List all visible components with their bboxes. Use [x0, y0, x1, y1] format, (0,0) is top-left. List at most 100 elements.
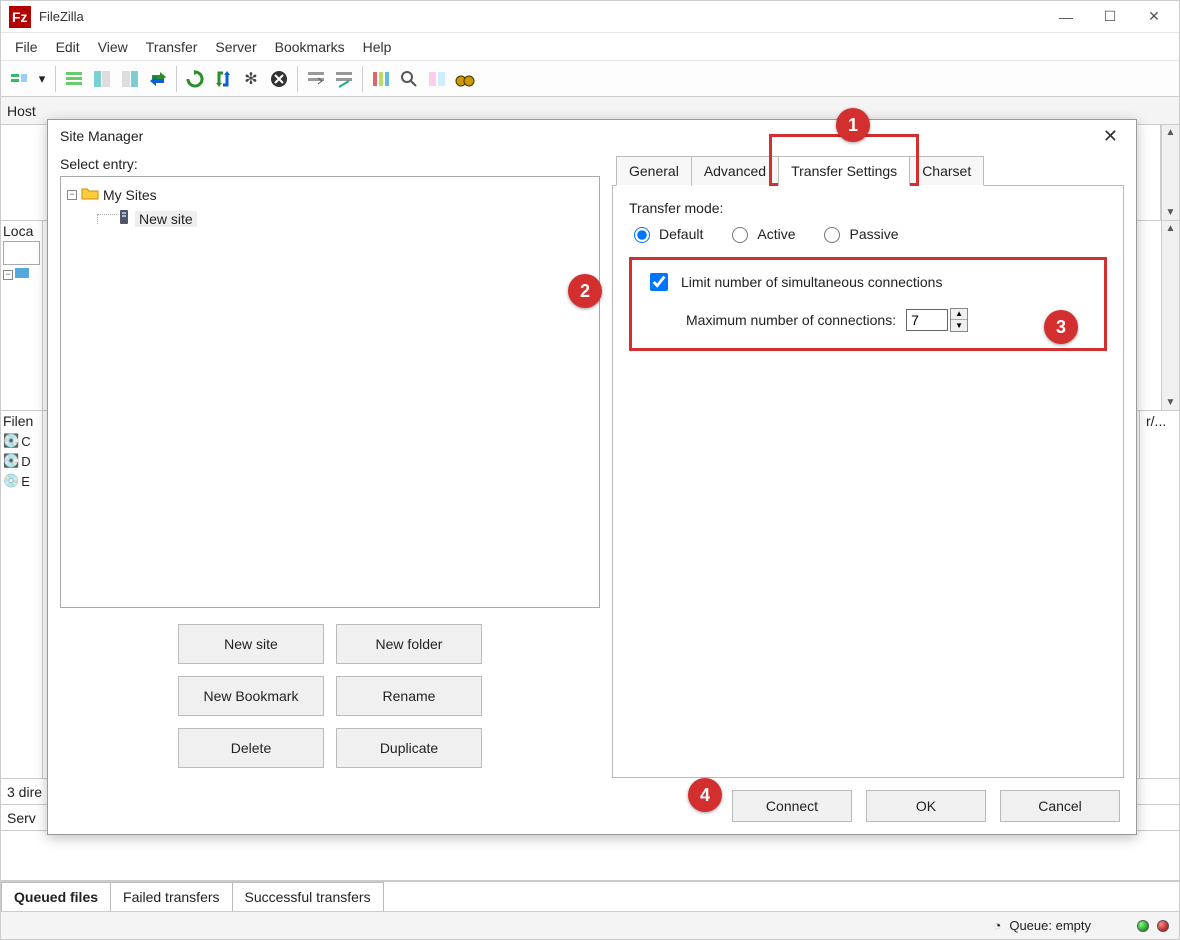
dialog-footer: 4 Connect OK Cancel	[48, 778, 1136, 834]
toolbar-separator	[176, 66, 177, 92]
radio-active[interactable]: Active	[727, 224, 795, 243]
tab-charset[interactable]: Charset	[909, 156, 984, 186]
drive-icon: 💽	[3, 433, 19, 449]
callout-badge-3: 3	[1044, 310, 1078, 344]
menu-edit[interactable]: Edit	[48, 33, 88, 61]
sync-browsing-icon[interactable]	[145, 66, 171, 92]
app-window: Fz FileZilla — ☐ ✕ File Edit View Transf…	[0, 0, 1180, 940]
queue-gauge-icon: ◔	[993, 918, 1001, 933]
scrollbar[interactable]: ▲▼	[1161, 125, 1179, 220]
new-site-button[interactable]: New site	[178, 624, 324, 664]
menu-bookmarks[interactable]: Bookmarks	[267, 33, 353, 61]
menu-file[interactable]: File	[7, 33, 46, 61]
drive-icon: 💿	[3, 473, 19, 489]
compare-icon[interactable]	[424, 66, 450, 92]
connect-button[interactable]: Connect	[732, 790, 852, 822]
ok-button[interactable]: OK	[866, 790, 986, 822]
new-bookmark-button[interactable]: New Bookmark	[178, 676, 324, 716]
search-icon[interactable]	[396, 66, 422, 92]
menu-help[interactable]: Help	[355, 33, 400, 61]
tree-root-label[interactable]: My Sites	[103, 187, 157, 203]
spinner-up[interactable]: ▲	[951, 309, 967, 320]
callout-badge-2: 2	[568, 274, 602, 308]
app-logo-icon: Fz	[9, 6, 31, 28]
max-connections-label: Maximum number of connections:	[686, 312, 896, 328]
tree-collapse-icon[interactable]: −	[3, 270, 13, 280]
spinner-down[interactable]: ▼	[951, 320, 967, 331]
refresh-icon[interactable]	[182, 66, 208, 92]
filename-header: Filen	[3, 413, 40, 429]
entry-tree[interactable]: − My Sites New site	[60, 176, 600, 608]
toggle-log-icon[interactable]	[61, 66, 87, 92]
file-row[interactable]: C	[21, 434, 30, 449]
local-tree-pane[interactable]: Loca −	[1, 221, 43, 410]
local-path-dropdown[interactable]	[3, 241, 40, 265]
dialog-close-button[interactable]: ✕	[1097, 126, 1124, 147]
cancel-icon[interactable]	[266, 66, 292, 92]
select-entry-label: Select entry:	[60, 156, 600, 172]
file-row[interactable]: E	[21, 474, 30, 489]
tab-queued-files[interactable]: Queued files	[1, 882, 111, 911]
callout-box-2: Limit number of simultaneous connections…	[629, 257, 1107, 351]
app-title: FileZilla	[39, 9, 84, 24]
local-file-list[interactable]: Filen 💽 C 💽 D 💿 E	[1, 411, 43, 778]
reconnect-icon[interactable]	[303, 66, 329, 92]
transfer-mode-label: Transfer mode:	[629, 200, 1107, 216]
menu-transfer[interactable]: Transfer	[138, 33, 206, 61]
maximize-button[interactable]: ☐	[1101, 8, 1119, 25]
scrollbar[interactable]: ▲▼	[1161, 221, 1179, 410]
duplicate-button[interactable]: Duplicate	[336, 728, 482, 768]
delete-button[interactable]: Delete	[178, 728, 324, 768]
cancel-button[interactable]: Cancel	[1000, 790, 1120, 822]
limit-connections-label: Limit number of simultaneous connections	[681, 274, 942, 290]
tree-collapse-icon[interactable]: −	[67, 190, 77, 200]
menu-view[interactable]: View	[90, 33, 136, 61]
settings-icon[interactable]: ✻	[238, 66, 264, 92]
max-connections-spinner[interactable]: ▲ ▼	[906, 308, 968, 332]
sitemanager-icon[interactable]	[6, 66, 32, 92]
menu-server[interactable]: Server	[207, 33, 264, 61]
settings-tabbar: General Advanced Transfer Settings Chars…	[612, 156, 1124, 186]
entry-buttons: New site New folder New Bookmark Rename …	[60, 608, 600, 778]
disconnect-icon[interactable]	[331, 66, 357, 92]
transfer-queue-pane	[1, 831, 1179, 881]
site-manager-dialog: Site Manager ✕ Select entry: − My Sites	[47, 119, 1137, 835]
radio-default[interactable]: Default	[629, 224, 703, 243]
max-connections-input[interactable]	[906, 309, 948, 331]
toolbar: ▾ ✻	[1, 61, 1179, 97]
tab-failed-transfers[interactable]: Failed transfers	[110, 882, 232, 911]
toggle-local-tree-icon[interactable]	[89, 66, 115, 92]
tab-transfer-settings[interactable]: Transfer Settings	[778, 156, 910, 186]
radio-default-input[interactable]	[634, 227, 650, 243]
local-label: Loca	[3, 223, 40, 239]
toggle-remote-tree-icon[interactable]	[117, 66, 143, 92]
process-queue-icon[interactable]	[210, 66, 236, 92]
toolbar-separator	[297, 66, 298, 92]
radio-passive-input[interactable]	[824, 227, 840, 243]
toolbar-separator	[55, 66, 56, 92]
drive-icon	[15, 267, 29, 282]
tab-successful-transfers[interactable]: Successful transfers	[232, 882, 384, 911]
limit-connections-checkbox[interactable]	[650, 273, 668, 291]
tree-site-label[interactable]: New site	[135, 211, 197, 227]
activity-led-green	[1137, 920, 1149, 932]
filters-icon[interactable]	[368, 66, 394, 92]
dropdown-arrow-icon[interactable]: ▾	[34, 66, 50, 92]
file-row[interactable]: D	[21, 454, 30, 469]
transfer-mode-radios: Default Active Passive	[629, 224, 1107, 243]
radio-active-input[interactable]	[732, 227, 748, 243]
new-folder-button[interactable]: New folder	[336, 624, 482, 664]
remote-file-list[interactable]: r/...	[1139, 411, 1179, 778]
minimize-button[interactable]: —	[1057, 9, 1075, 25]
tab-advanced[interactable]: Advanced	[691, 156, 779, 186]
dialog-header: Site Manager ✕	[48, 120, 1136, 152]
close-button[interactable]: ✕	[1145, 8, 1163, 25]
callout-badge-4: 4	[688, 778, 722, 812]
rename-button[interactable]: Rename	[336, 676, 482, 716]
binoculars-icon[interactable]	[452, 66, 478, 92]
titlebar: Fz FileZilla — ☐ ✕	[1, 1, 1179, 33]
radio-passive[interactable]: Passive	[819, 224, 898, 243]
settings-column: General Advanced Transfer Settings Chars…	[612, 156, 1124, 778]
host-label: Host	[7, 103, 36, 119]
tab-general[interactable]: General	[616, 156, 692, 186]
